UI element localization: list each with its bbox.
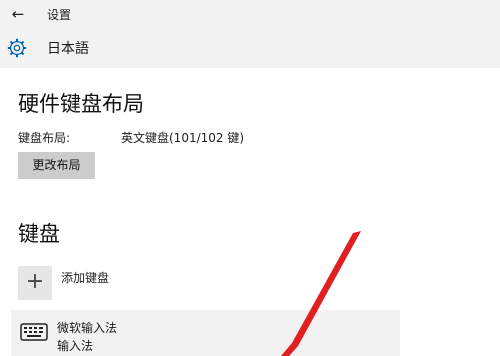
keyboard-icon (20, 323, 48, 341)
window-title: 设置 (47, 8, 72, 22)
keyboards-heading: 键盘 (18, 222, 60, 246)
keyboard-layout-label: 键盘布局: (18, 131, 71, 145)
plus-icon: + (25, 269, 45, 294)
ime-type: 输入法 (57, 339, 94, 353)
ime-name: 微软输入法 (57, 321, 118, 335)
back-button[interactable]: ← (8, 4, 28, 24)
change-layout-button[interactable]: 更改布局 (18, 152, 95, 179)
hardware-layout-heading: 硬件键盘布局 (18, 92, 144, 116)
keyboard-layout-value: 英文键盘(101/102 键) (121, 131, 245, 145)
gear-icon (7, 38, 27, 58)
keyboard-list-item[interactable]: 微软输入法 输入法 (11, 310, 400, 356)
page-header: 日本語 (0, 28, 500, 68)
page-title: 日本語 (47, 41, 89, 57)
add-keyboard-button[interactable]: + (18, 266, 52, 300)
arrow-left-icon: ← (11, 5, 25, 23)
title-bar: ← 设置 (0, 0, 500, 28)
add-keyboard-label[interactable]: 添加键盘 (61, 269, 109, 286)
